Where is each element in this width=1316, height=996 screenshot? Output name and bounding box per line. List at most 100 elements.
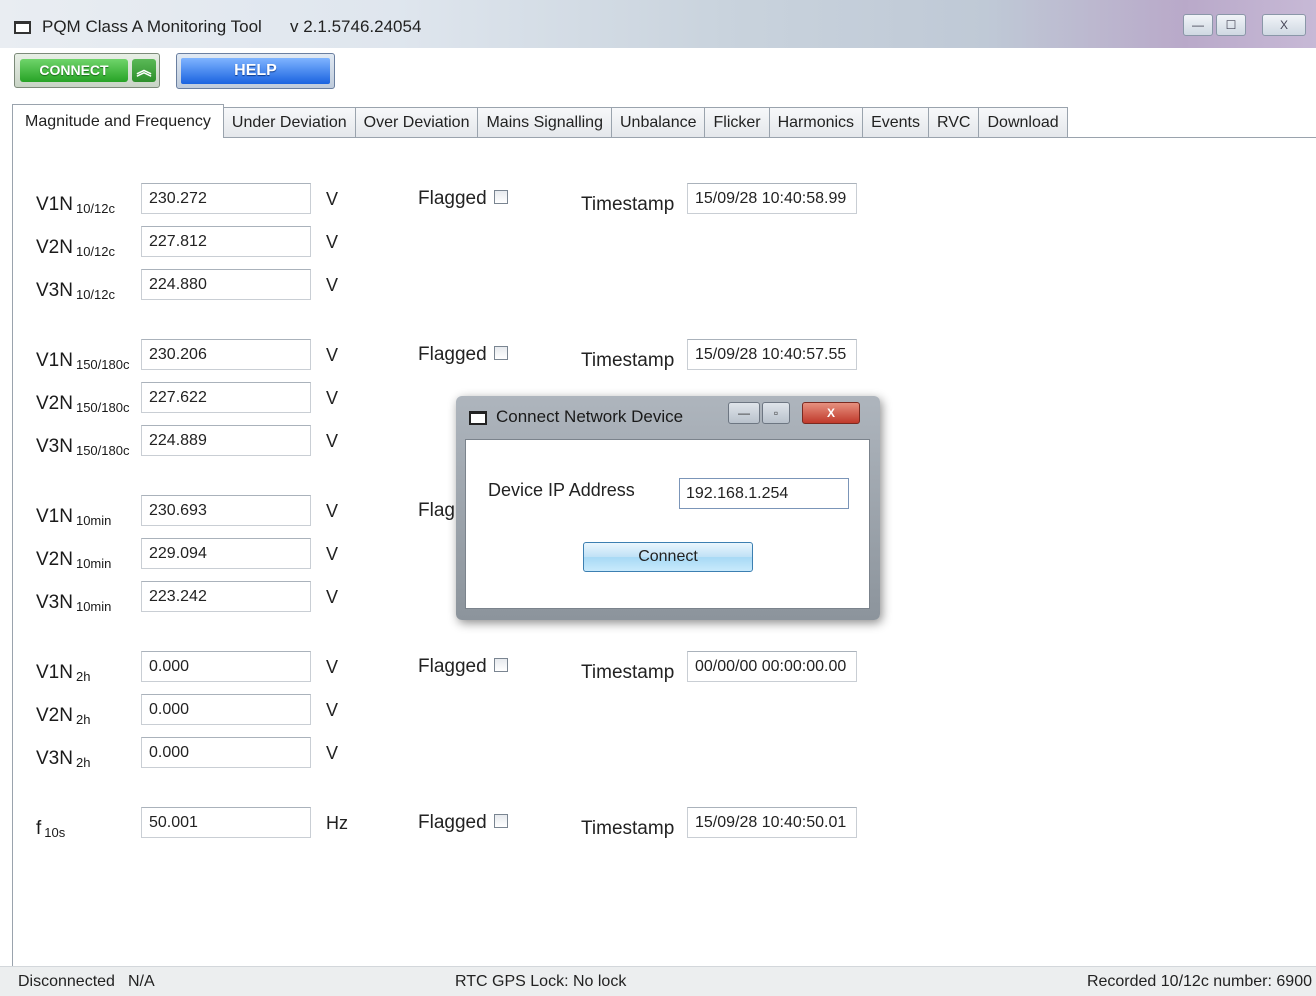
timestamp-field[interactable]: 15/09/28 10:40:58.99 xyxy=(687,183,857,214)
quantity-subscript: 10/12c xyxy=(75,244,116,259)
dialog-body: Device IP Address 192.168.1.254 Connect xyxy=(465,439,870,609)
close-button[interactable]: X xyxy=(1262,14,1306,36)
value-field[interactable]: 50.001 xyxy=(141,807,311,838)
tab-events[interactable]: Events xyxy=(862,107,929,137)
tab-magnitude-frequency[interactable]: Magnitude and Frequency xyxy=(12,104,224,138)
unit-label: V xyxy=(326,232,339,252)
quantity-subscript: 2h xyxy=(75,669,91,684)
flagged-checkbox[interactable] xyxy=(494,190,508,204)
value-field[interactable]: 230.272 xyxy=(141,183,311,214)
dialog-connect-button[interactable]: Connect xyxy=(583,542,753,572)
row-label: f 10s xyxy=(36,818,65,840)
timestamp-label: Timestamp xyxy=(581,818,675,839)
dialog-window-icon xyxy=(469,411,487,425)
quantity-subscript: 150/180c xyxy=(75,357,130,372)
dialog-close-button[interactable]: X xyxy=(802,402,860,424)
title-bar: PQM Class A Monitoring Tool v 2.1.5746.2… xyxy=(0,0,1316,48)
quantity-subscript: 10min xyxy=(75,556,112,571)
help-button-label: HELP xyxy=(181,58,330,84)
unit-label: V xyxy=(326,657,339,677)
tab-over-deviation[interactable]: Over Deviation xyxy=(354,107,479,137)
timestamp-field[interactable]: 15/09/28 10:40:57.55 xyxy=(687,339,857,370)
value-field[interactable]: 229.094 xyxy=(141,538,311,569)
flagged-checkbox[interactable] xyxy=(494,814,508,828)
quantity-name: V2N xyxy=(36,393,73,414)
value-field[interactable]: 227.622 xyxy=(141,382,311,413)
status-bar: Disconnected N/A RTC GPS Lock: No lock R… xyxy=(0,966,1316,996)
unit-label: V xyxy=(326,345,339,365)
tab-under-deviation[interactable]: Under Deviation xyxy=(222,107,356,137)
flagged-label: Flag xyxy=(418,500,455,521)
quantity-name: f xyxy=(36,818,42,839)
tab-harmonics[interactable]: Harmonics xyxy=(768,107,864,137)
row-label: V1N 150/180c xyxy=(36,350,129,372)
quantity-name: V1N xyxy=(36,662,73,683)
connect-button[interactable]: CONNECT ︽ xyxy=(14,53,160,88)
connection-detail: N/A xyxy=(128,973,155,990)
tab-unbalance[interactable]: Unbalance xyxy=(610,107,706,137)
value-field[interactable]: 227.812 xyxy=(141,226,311,257)
unit-label: V xyxy=(326,700,339,720)
tab-download[interactable]: Download xyxy=(978,107,1068,137)
row-label: V3N 150/180c xyxy=(36,436,129,458)
quantity-name: V3N xyxy=(36,280,73,301)
value-field[interactable]: 223.242 xyxy=(141,581,311,612)
maximize-button[interactable]: ☐ xyxy=(1216,14,1246,36)
dialog-title: Connect Network Device xyxy=(496,407,684,426)
tab-mains-signalling[interactable]: Mains Signalling xyxy=(477,107,612,137)
unit-label: V xyxy=(326,431,339,451)
quantity-name: V2N xyxy=(36,549,73,570)
quantity-subscript: 10/12c xyxy=(75,287,116,302)
value-field[interactable]: 0.000 xyxy=(141,737,311,768)
row-label: V3N 10/12c xyxy=(36,280,115,302)
dialog-maximize-button[interactable]: ▫ xyxy=(762,402,790,424)
device-ip-input[interactable]: 192.168.1.254 xyxy=(679,478,849,509)
timestamp-label: Timestamp xyxy=(581,662,675,683)
dialog-minimize-button[interactable]: — xyxy=(728,402,760,424)
quantity-name: V2N xyxy=(36,705,73,726)
value-field[interactable]: 224.889 xyxy=(141,425,311,456)
value-field[interactable]: 224.880 xyxy=(141,269,311,300)
quantity-name: V2N xyxy=(36,237,73,258)
help-button[interactable]: HELP xyxy=(176,53,335,89)
unit-label: V xyxy=(326,544,339,564)
timestamp-label: Timestamp xyxy=(581,350,675,371)
unit-label: V xyxy=(326,587,339,607)
value-field[interactable]: 0.000 xyxy=(141,694,311,725)
value-field[interactable]: 230.693 xyxy=(141,495,311,526)
tab-rvc[interactable]: RVC xyxy=(927,107,980,137)
timestamp-field[interactable]: 15/09/28 10:40:50.01 xyxy=(687,807,857,838)
quantity-name: V1N xyxy=(36,194,73,215)
chevron-up-icon[interactable]: ︽ xyxy=(132,59,156,82)
flagged-label: Flagged xyxy=(418,812,487,833)
quantity-subscript: 150/180c xyxy=(75,400,130,415)
row-label: V3N 2h xyxy=(36,748,90,770)
timestamp-field[interactable]: 00/00/00 00:00:00.00 xyxy=(687,651,857,682)
flagged-checkbox[interactable] xyxy=(494,346,508,360)
quantity-subscript: 10min xyxy=(75,599,112,614)
quantity-name: V3N xyxy=(36,592,73,613)
flagged-label: Flagged xyxy=(418,344,487,365)
connect-network-dialog: Connect Network Device — ▫ X Device IP A… xyxy=(456,396,880,620)
flagged-checkbox[interactable] xyxy=(494,658,508,672)
flagged-label: Flagged xyxy=(418,656,487,677)
quantity-name: V3N xyxy=(36,436,73,457)
quantity-subscript: 10s xyxy=(44,825,66,840)
device-ip-label: Device IP Address xyxy=(488,480,635,500)
row-label: V2N 150/180c xyxy=(36,393,129,415)
unit-label: V xyxy=(326,275,339,295)
quantity-subscript: 150/180c xyxy=(75,443,130,458)
timestamp-label: Timestamp xyxy=(581,194,675,215)
quantity-subscript: 2h xyxy=(75,755,91,770)
quantity-name: V1N xyxy=(36,350,73,371)
value-field[interactable]: 0.000 xyxy=(141,651,311,682)
row-label: V2N 10min xyxy=(36,549,111,571)
value-field[interactable]: 230.206 xyxy=(141,339,311,370)
minimize-button[interactable]: — xyxy=(1183,14,1213,36)
tab-flicker[interactable]: Flicker xyxy=(704,107,770,137)
unit-label: Hz xyxy=(326,813,348,833)
row-label: V1N 2h xyxy=(36,662,90,684)
quantity-name: V1N xyxy=(36,506,73,527)
unit-label: V xyxy=(326,388,339,408)
unit-label: V xyxy=(326,743,339,763)
